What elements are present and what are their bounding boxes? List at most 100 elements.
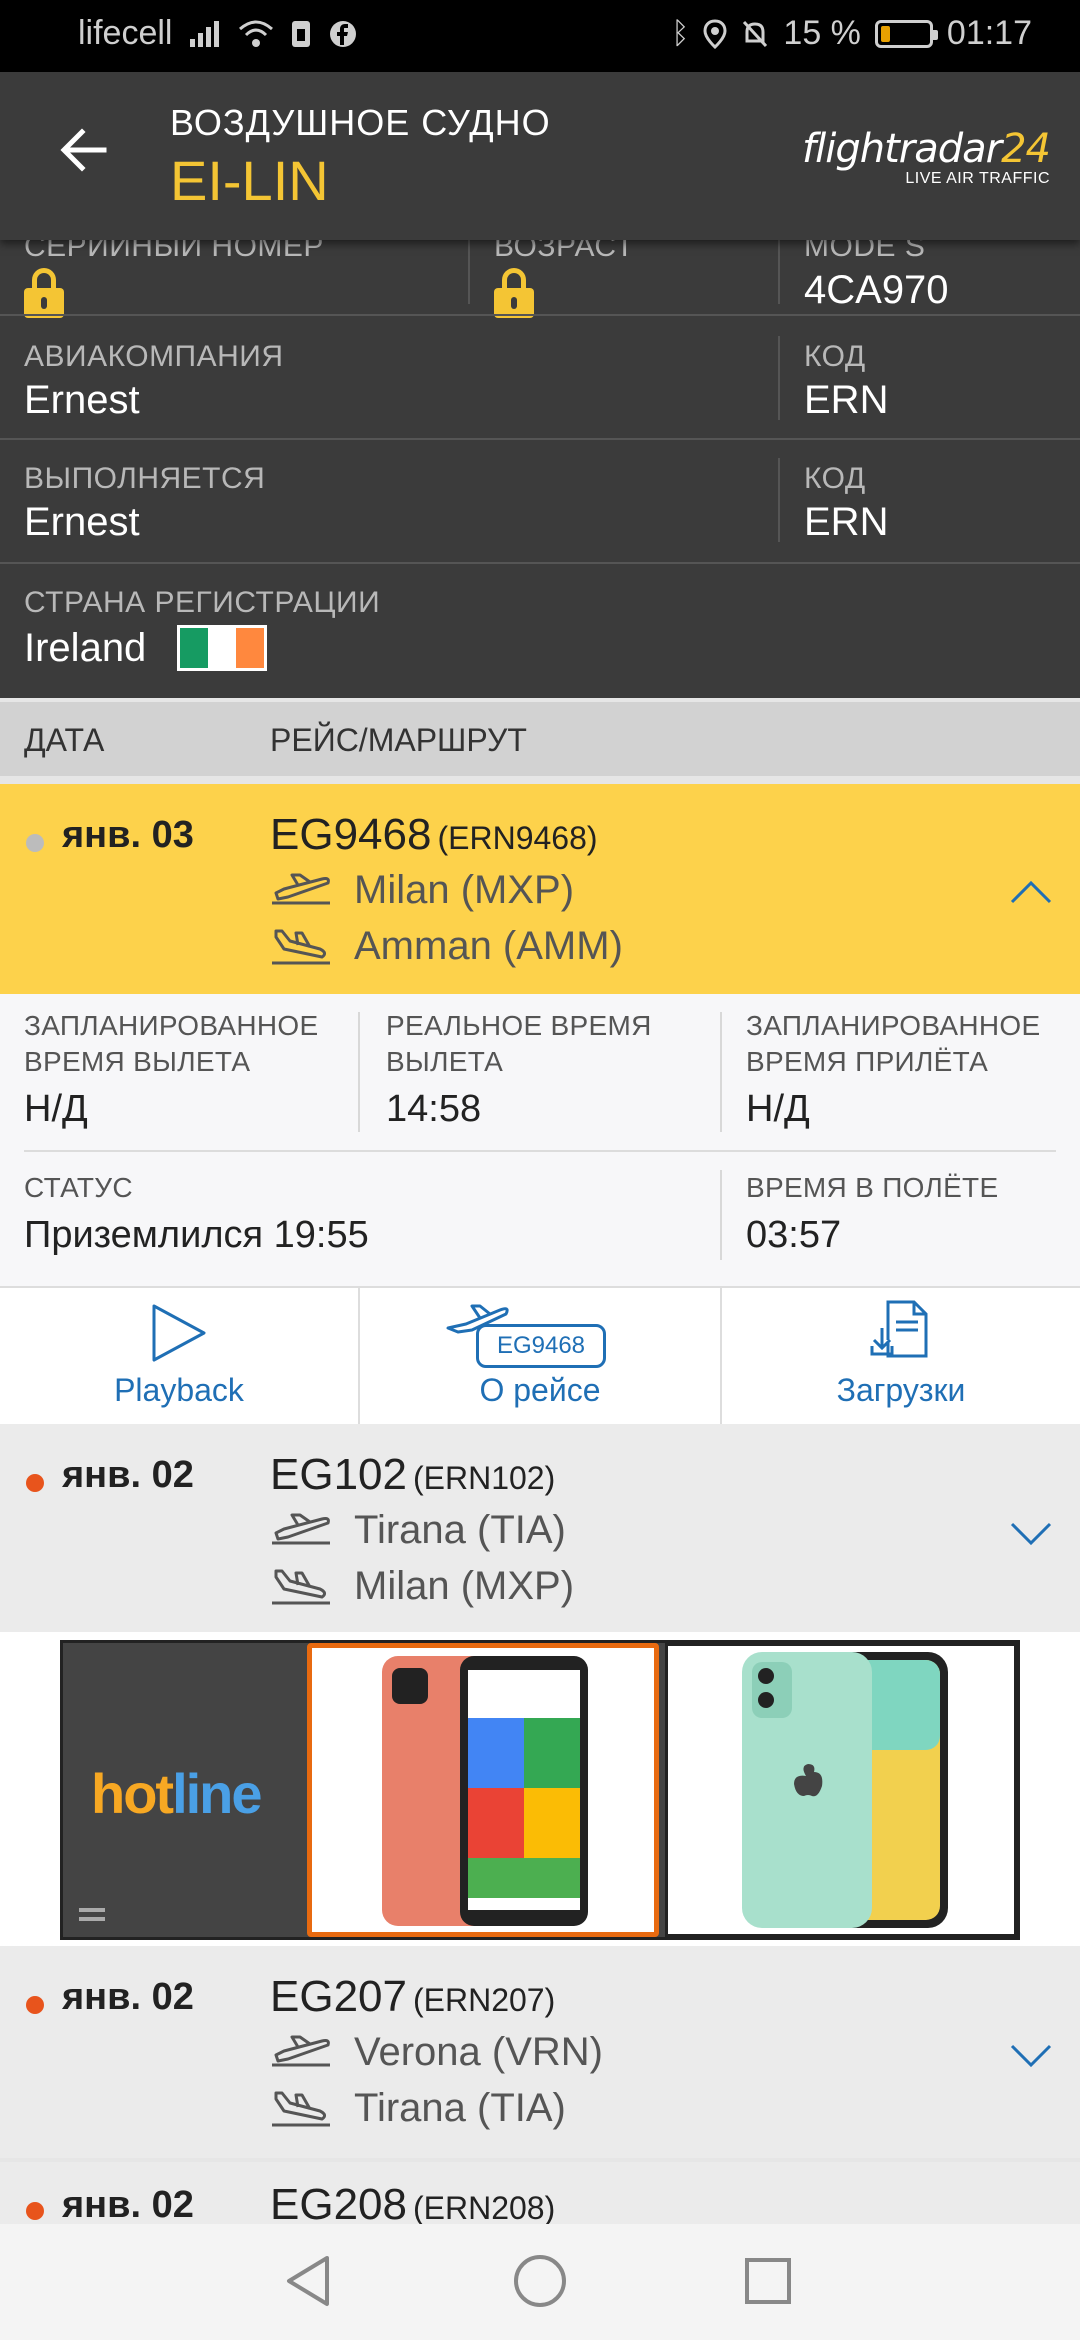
real-dep-value: 14:58	[386, 1088, 482, 1130]
airline-value: Ernest	[24, 378, 140, 422]
airline-code-label: КОД	[804, 340, 866, 373]
modes-value: 4CA970	[804, 268, 949, 312]
sim-icon	[292, 20, 311, 47]
hotline-logo: hotline	[91, 1762, 263, 1825]
page-subtitle: ВОЗДУШНОЕ СУДНО	[170, 102, 551, 143]
flight-origin: Tirana (TIA)	[354, 1508, 566, 1552]
downloads-label: Загрузки	[836, 1372, 966, 1408]
ad-product-phone-2[interactable]	[665, 1643, 1017, 1937]
airline-code-value: ERN	[804, 378, 889, 422]
flight-row[interactable]: янв. 03 EG9468 (ERN9468) Milan (MXP) Amma…	[0, 784, 1080, 996]
status-dot	[26, 2202, 44, 2220]
status-dot	[26, 834, 44, 852]
status-dot	[26, 1996, 44, 2014]
info-row-country: СТРАНА РЕГИСТРАЦИИ Ireland	[0, 564, 1080, 694]
chevron-down-icon[interactable]	[1008, 2032, 1054, 2078]
info-row-airline: АВИАКОМПАНИЯ Ernest КОД ERN	[0, 316, 1080, 440]
system-nav-bar	[0, 2224, 1080, 2340]
landing-icon	[272, 1569, 330, 1604]
operator-label: ВЫПОЛНЯЕТСЯ	[24, 462, 266, 495]
flight-actions: Playback EG9468 О рейсе Загрузки	[0, 1286, 1080, 1432]
battery-icon	[874, 19, 938, 48]
country-value: Ireland	[24, 625, 147, 670]
play-icon	[152, 1304, 206, 1362]
sched-arr-value: Н/Д	[746, 1088, 810, 1130]
app-header: ВОЗДУШНОЕ СУДНО EI-LIN flightradar24 LIV…	[0, 72, 1080, 240]
flight-row[interactable]: янв. 02 EG102 (ERN102) Tirana (TIA) Milan…	[0, 1424, 1080, 1636]
logo-number: 24	[1001, 126, 1051, 172]
wifi-icon	[239, 20, 274, 47]
battery-percent: 15 %	[783, 14, 861, 52]
playback-label: Playback	[114, 1372, 244, 1408]
nav-home-icon[interactable]	[512, 2253, 568, 2309]
lock-icon[interactable]	[24, 268, 64, 318]
flight-row[interactable]: янв. 02 EG208 (ERN208)	[0, 2162, 1080, 2224]
flight-date: янв. 02	[62, 2184, 194, 2224]
flight-callsign: (ERN207)	[412, 1982, 556, 2018]
bluetooth-icon: ᛒ	[671, 16, 690, 50]
ad-area: hotline	[0, 1632, 1080, 1946]
clock: 01:17	[946, 14, 1032, 52]
flight-date: янв. 02	[62, 1976, 194, 2018]
phone-image	[742, 1652, 948, 1928]
flight-origin: Milan (MXP)	[354, 868, 575, 912]
ireland-flag-icon	[177, 625, 268, 672]
takeoff-icon	[272, 1513, 330, 1544]
flight-origin: Verona (VRN)	[354, 2030, 603, 2074]
lock-icon[interactable]	[494, 268, 534, 318]
sched-arr-label: ЗАПЛАНИРОВАННОЕ ВРЕМЯ ПРИЛЁТА	[746, 1010, 1041, 1077]
status-bar: lifecell ᛒ 15 % 01:17	[0, 0, 1080, 72]
flight-destination: Amman (AMM)	[354, 924, 623, 968]
nav-back-icon[interactable]	[283, 2254, 333, 2308]
chevron-down-icon[interactable]	[1008, 1510, 1054, 1556]
takeoff-icon	[272, 2035, 330, 2066]
flight-date: янв. 03	[62, 814, 194, 856]
flight-date: янв. 02	[62, 1454, 194, 1496]
flight-row[interactable]: янв. 02 EG207 (ERN207) Verona (VRN) Tiran…	[0, 1946, 1080, 2158]
sched-dep-value: Н/Д	[24, 1088, 88, 1130]
ad-banner[interactable]: hotline	[60, 1640, 1020, 1940]
back-arrow-icon[interactable]	[56, 122, 112, 178]
download-document-icon	[870, 1300, 928, 1358]
page-title: EI-LIN	[170, 149, 329, 212]
sched-dep-label: ЗАПЛАНИРОВАННОЕ ВРЕМЯ ВЫЛЕТА	[24, 1010, 319, 1077]
landing-icon	[272, 929, 330, 964]
flight-destination: Milan (MXP)	[354, 1564, 575, 1608]
flight-time-label: ВРЕМЯ В ПОЛЁТЕ	[746, 1172, 999, 1203]
about-flight-label: О рейсе	[479, 1372, 601, 1408]
playback-button[interactable]: Playback	[0, 1288, 358, 1428]
flight-callsign: (ERN9468)	[437, 820, 598, 856]
col-date: ДАТА	[24, 722, 105, 758]
about-flight-button[interactable]: EG9468 О рейсе	[360, 1288, 720, 1428]
flight-number: EG207	[270, 1972, 407, 2021]
status-label: СТАТУС	[24, 1172, 133, 1203]
flight-badge: EG9468	[476, 1324, 606, 1368]
info-row-serial: СЕРИЙНЫЙ НОМЕР ВОЗРАСТ MODE S 4CA970	[0, 230, 1080, 318]
logo-tagline: LIVE AIR TRAFFIC	[905, 170, 1050, 187]
flight-callsign: (ERN208)	[412, 2190, 556, 2224]
signal-icon	[190, 20, 220, 47]
real-dep-label: РЕАЛЬНОЕ ВРЕМЯ ВЫЛЕТА	[386, 1010, 652, 1077]
col-route: РЕЙС/МАРШРУТ	[270, 722, 527, 758]
ad-product-phone-1[interactable]	[307, 1643, 659, 1937]
menu-icon[interactable]	[79, 1903, 105, 1921]
flight-callsign: (ERN102)	[412, 1460, 556, 1496]
takeoff-icon	[272, 873, 330, 904]
operator-code-label: КОД	[804, 462, 866, 495]
aircraft-info: СЕРИЙНЫЙ НОМЕР ВОЗРАСТ MODE S 4CA970 АВИ…	[0, 230, 1080, 698]
location-icon	[703, 18, 727, 49]
flight-number: EG9468	[270, 810, 432, 859]
chevron-up-icon[interactable]	[1008, 870, 1054, 916]
downloads-button[interactable]: Загрузки	[722, 1288, 1080, 1428]
info-row-operator: ВЫПОЛНЯЕТСЯ Ernest КОД ERN	[0, 440, 1080, 564]
country-label: СТРАНА РЕГИСТРАЦИИ	[24, 586, 381, 619]
carrier-name: lifecell	[78, 14, 173, 52]
nav-recents-icon[interactable]	[743, 2256, 793, 2306]
phone-image	[382, 1656, 588, 1926]
landing-icon	[272, 2091, 330, 2126]
facebook-icon	[330, 20, 357, 47]
flight-details: ЗАПЛАНИРОВАННОЕ ВРЕМЯ ВЫЛЕТА Н/Д РЕАЛЬНОЕ…	[0, 994, 1080, 1286]
status-value: Приземлился 19:55	[24, 1214, 369, 1256]
operator-value: Ernest	[24, 500, 140, 544]
flight-time-value: 03:57	[746, 1214, 842, 1256]
